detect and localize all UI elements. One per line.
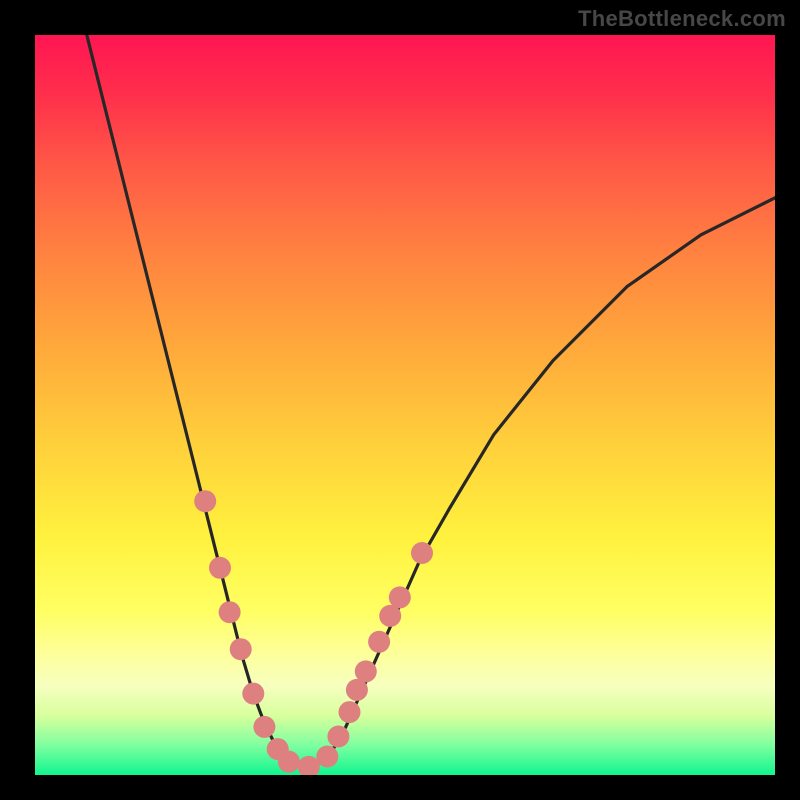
right-marker-1 bbox=[316, 746, 338, 768]
watermark-text: TheBottleneck.com bbox=[578, 6, 786, 32]
bottom-marker-1 bbox=[278, 751, 300, 773]
right-marker-9 bbox=[411, 542, 433, 564]
curve-markers-group bbox=[194, 490, 433, 775]
left-marker-5 bbox=[242, 683, 264, 705]
bottleneck-curve bbox=[87, 35, 775, 768]
chart-frame: TheBottleneck.com bbox=[0, 0, 800, 800]
right-marker-3 bbox=[339, 701, 361, 723]
right-marker-6 bbox=[368, 631, 390, 653]
plot-area bbox=[35, 35, 775, 775]
right-marker-5 bbox=[355, 660, 377, 682]
left-marker-6 bbox=[253, 716, 275, 738]
left-marker-4 bbox=[230, 638, 252, 660]
bottom-marker-2 bbox=[298, 756, 320, 775]
curve-layer bbox=[35, 35, 775, 775]
right-marker-8 bbox=[389, 586, 411, 608]
left-marker-3 bbox=[219, 601, 241, 623]
left-marker-2 bbox=[209, 557, 231, 579]
left-marker-1 bbox=[194, 490, 216, 512]
right-marker-2 bbox=[327, 726, 349, 748]
